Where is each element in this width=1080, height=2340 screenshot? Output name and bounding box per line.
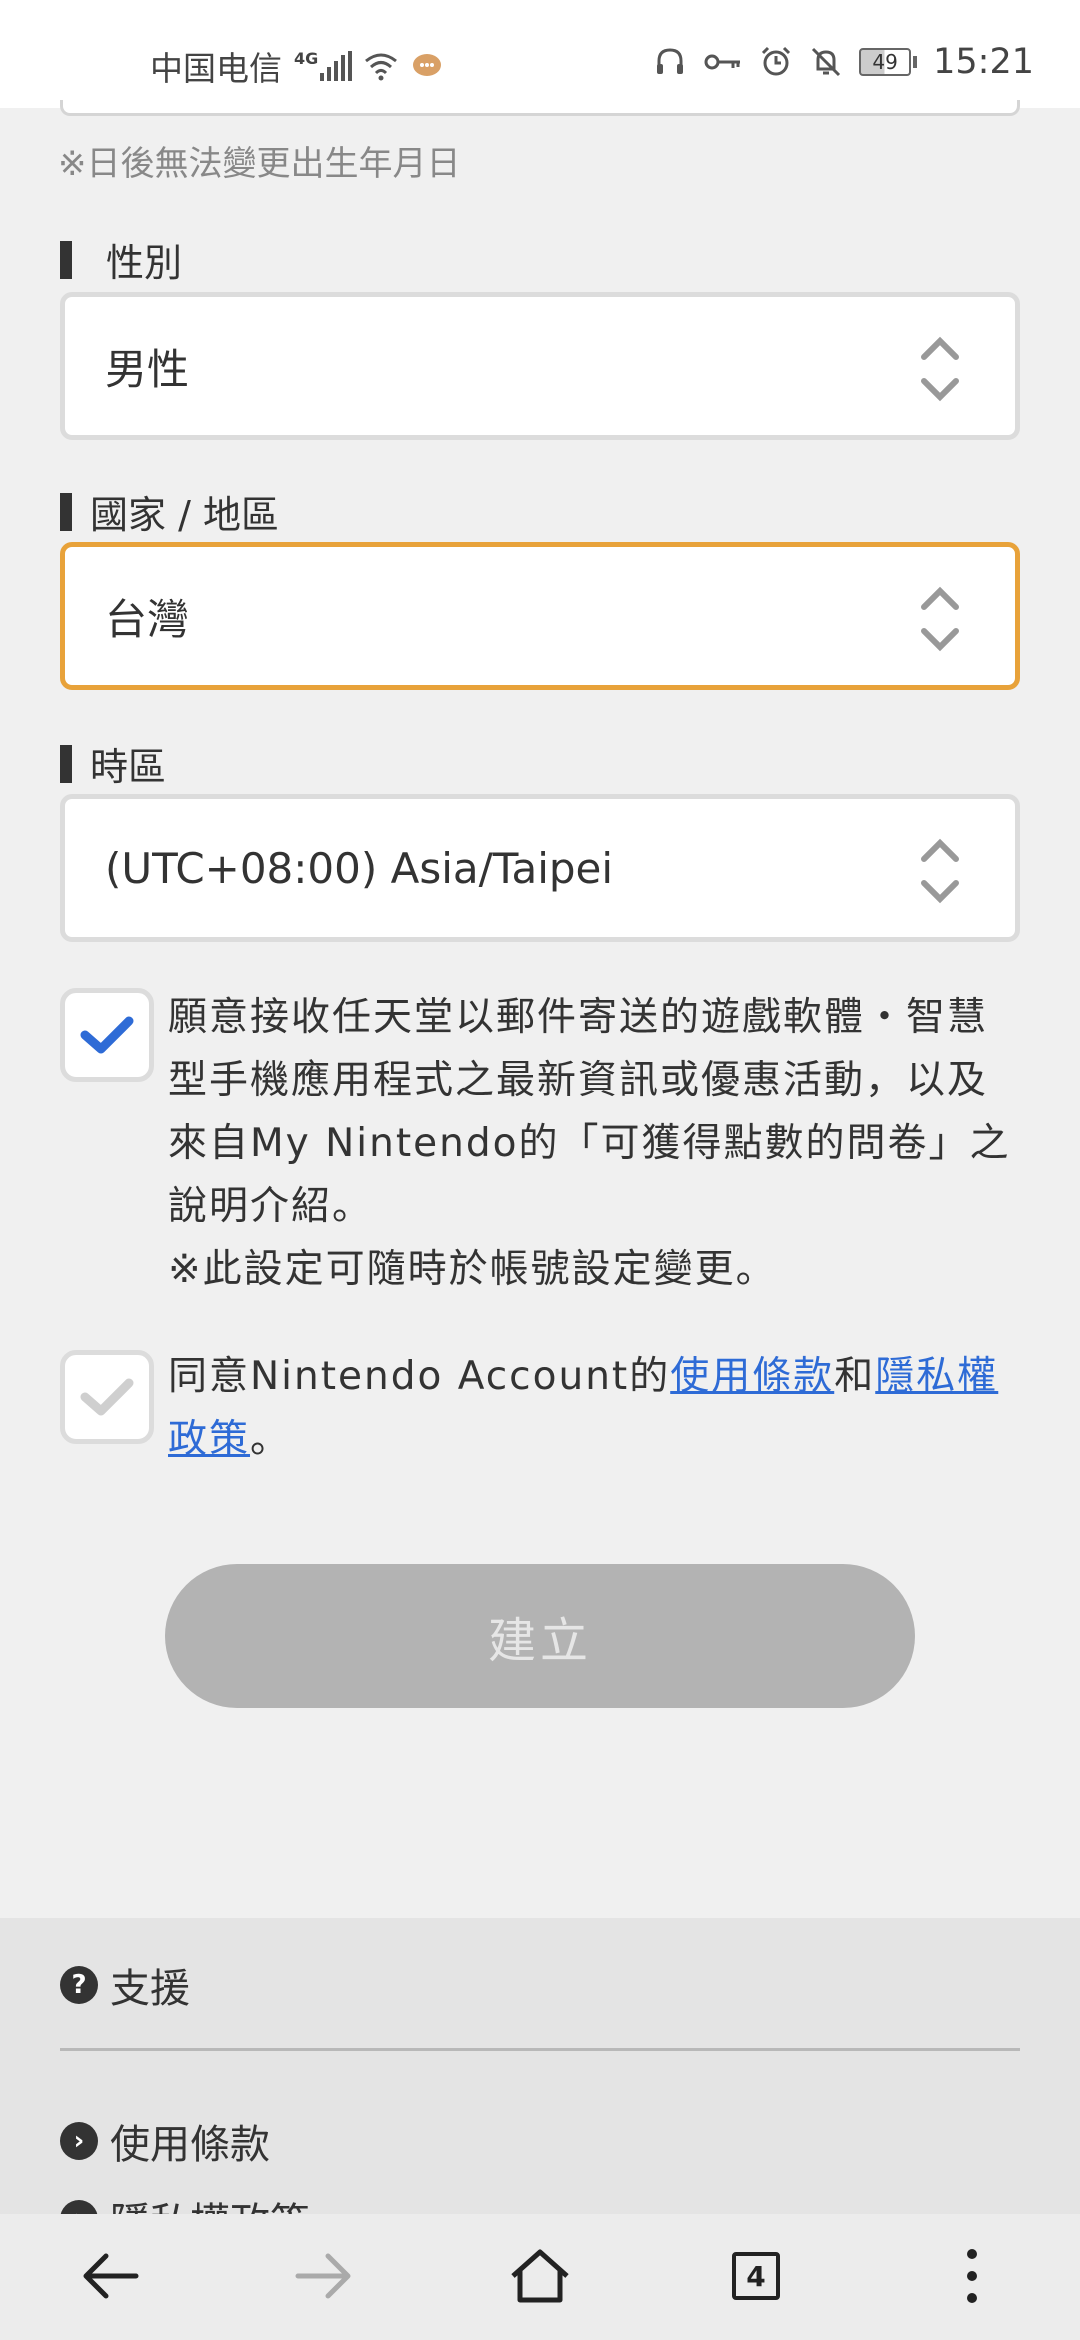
select-arrows-icon: [921, 586, 959, 652]
label-marker: [60, 744, 72, 783]
wifi-icon: [365, 53, 398, 81]
terms-text: 同意Nintendo Account的使用條款和隱私權政策。: [168, 1345, 1028, 1471]
label-marker: [60, 240, 72, 279]
gender-label: 性別: [60, 232, 182, 287]
key-icon: [704, 54, 741, 70]
footer-support-label: 支援: [110, 1966, 190, 2012]
select-arrows-icon: [921, 336, 959, 402]
label-marker: [60, 492, 72, 531]
carrier-name: 中国电信: [150, 49, 282, 88]
arrow-left-icon: [83, 2253, 139, 2299]
country-value: 台灣: [105, 594, 190, 644]
newsletter-checkbox[interactable]: [60, 988, 154, 1082]
country-label: 國家 / 地區: [60, 484, 279, 539]
terms-of-use-link[interactable]: 使用條款: [670, 1354, 834, 1399]
terms-suffix: 。: [250, 1417, 292, 1462]
forward-button[interactable]: [284, 2236, 364, 2316]
newsletter-description: 願意接收任天堂以郵件寄送的遊戲軟體・智慧型手機應用程式之最新資訊或優惠活動，以及…: [168, 995, 1011, 1229]
gender-value: 男性: [105, 344, 190, 394]
status-bar: 中国电信 4G 49 15:21: [0, 0, 1080, 108]
gender-select[interactable]: 男性: [60, 292, 1020, 440]
terms-prefix: 同意Nintendo Account的: [168, 1354, 671, 1399]
terms-and: 和: [834, 1354, 876, 1399]
timezone-label-text: 時區: [90, 745, 167, 789]
home-icon: [511, 2249, 569, 2303]
birthday-field-edge[interactable]: [60, 100, 1020, 116]
home-button[interactable]: [500, 2236, 580, 2316]
tabs-button[interactable]: 4: [716, 2236, 796, 2316]
menu-button[interactable]: [932, 2236, 1012, 2316]
clock: 15:21: [933, 42, 1034, 82]
footer-divider: [60, 2048, 1020, 2051]
newsletter-text: 願意接收任天堂以郵件寄送的遊戲軟體・智慧型手機應用程式之最新資訊或優惠活動，以及…: [168, 986, 1028, 1301]
checkmark-icon: [80, 1378, 134, 1416]
help-icon: ?: [60, 1966, 98, 2004]
back-button[interactable]: [70, 2236, 150, 2316]
footer: ? 支援 › 使用條款 › 隱私權政策: [0, 1918, 1080, 2246]
checkmark-icon: [80, 1016, 134, 1054]
headphones-icon: [657, 48, 684, 74]
more-vertical-icon: [967, 2249, 977, 2303]
newsletter-note: ※此設定可隨時於帳號設定變更。: [168, 1247, 777, 1292]
gender-label-text: 性別: [106, 241, 183, 285]
country-label-text: 國家 / 地區: [90, 493, 279, 537]
status-right: 49 15:21: [653, 42, 1034, 82]
footer-terms-label: 使用條款: [110, 2122, 270, 2168]
country-select[interactable]: 台灣: [60, 542, 1020, 690]
arrow-right-icon: [295, 2253, 351, 2299]
alarm-icon: [762, 46, 791, 76]
chevron-right-icon: ›: [60, 2122, 98, 2160]
browser-nav-bar: 4: [0, 2214, 1080, 2340]
signal-icon: [320, 51, 353, 81]
timezone-label: 時區: [60, 736, 166, 791]
tab-count: 4: [732, 2252, 780, 2300]
battery-icon: 49: [859, 48, 918, 76]
chat-notification-icon: [413, 54, 442, 76]
footer-terms-link[interactable]: › 使用條款: [60, 2112, 270, 2170]
battery-level: 49: [859, 48, 912, 76]
select-arrows-icon: [921, 838, 959, 904]
status-left: 中国电信 4G: [150, 42, 444, 90]
network-type: 4G: [294, 48, 319, 68]
terms-checkbox[interactable]: [60, 1350, 154, 1444]
mute-notification-icon: [812, 47, 841, 77]
footer-support-link[interactable]: ? 支援: [60, 1956, 190, 2014]
create-button[interactable]: 建立: [165, 1564, 915, 1708]
timezone-value: (UTC+08:00) Asia/Taipei: [105, 843, 614, 893]
timezone-select[interactable]: (UTC+08:00) Asia/Taipei: [60, 794, 1020, 942]
birthday-note: ※日後無法變更出生年月日: [58, 144, 461, 184]
